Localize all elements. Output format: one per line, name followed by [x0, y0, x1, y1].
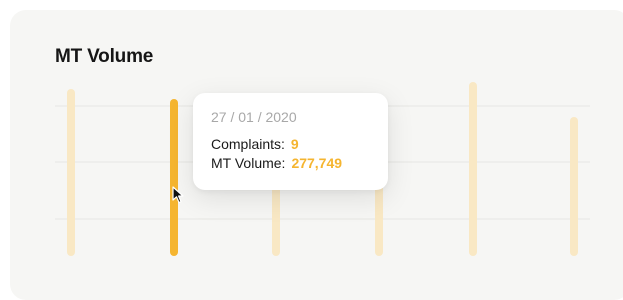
tooltip-complaints-value: 9: [290, 136, 299, 152]
arrow-cursor-icon: [172, 186, 184, 204]
card-title: MT Volume: [55, 46, 154, 67]
tooltip-volume-label: MT Volume:: [211, 155, 286, 171]
tooltip-complaints-row: Complaints: 9: [211, 136, 299, 152]
tooltip-volume-row: MT Volume: 277,749: [211, 155, 342, 171]
bar-highlighted[interactable]: [170, 99, 178, 256]
tooltip-date: 27 / 01 / 2020: [211, 109, 297, 125]
bar[interactable]: [469, 82, 477, 256]
bar[interactable]: [570, 117, 578, 256]
bar[interactable]: [67, 89, 75, 256]
tooltip-complaints-label: Complaints:: [211, 136, 285, 152]
chart-tooltip: 27 / 01 / 2020 Complaints: 9 MT Volume: 27…: [193, 93, 388, 190]
tooltip-volume-value: 277,749: [291, 155, 343, 171]
